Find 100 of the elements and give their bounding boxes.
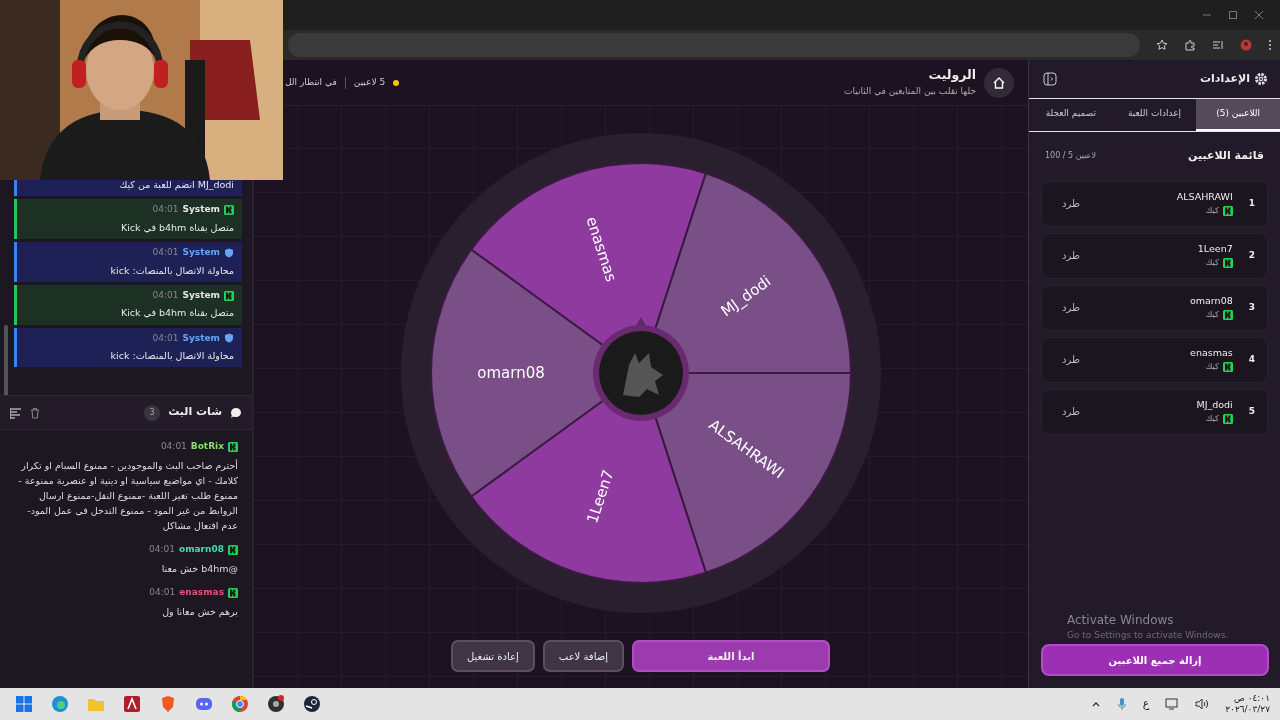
platform-icon (1222, 257, 1233, 268)
kick-button[interactable]: طرد (1062, 248, 1080, 263)
timestamp: 04:01 (149, 586, 176, 600)
tab[interactable]: اللاعبين (5) (1196, 99, 1280, 131)
username: omarn08 (179, 543, 224, 557)
trash-icon[interactable] (30, 406, 40, 419)
browser-icon[interactable] (50, 694, 70, 714)
game-status: في انتظار الل (285, 75, 337, 89)
microphone-icon[interactable] (1116, 697, 1127, 711)
platform-icon (224, 205, 234, 215)
log-message: MJ_dodi انضم للعبة من كيك (118, 178, 234, 192)
shield-icon (224, 247, 234, 258)
chat-icon (230, 406, 242, 419)
log-message: محاولة الاتصال بالمنصات: kick (109, 263, 234, 278)
home-button[interactable] (984, 67, 1014, 98)
platform-icon (1222, 413, 1233, 424)
platform-icon (228, 545, 238, 556)
player-name: ALSAHRAWI (1176, 190, 1233, 205)
maximize-icon[interactable] (1228, 10, 1238, 20)
clear-button[interactable]: إزالة جميع اللاعبين (1041, 644, 1269, 676)
platform-icon (228, 441, 238, 452)
timestamp: 04:01 (152, 331, 179, 345)
page-title: الروليت (927, 66, 976, 85)
align-icon[interactable] (10, 406, 22, 419)
count-badge: 3 (144, 404, 161, 421)
tab[interactable]: تصميم العجلة (1029, 99, 1113, 131)
start-button[interactable]: ابدأ اللعبة (631, 640, 830, 672)
player-number: 2 (1248, 248, 1255, 262)
platform-label: كيك (1205, 308, 1219, 321)
language-indicator[interactable]: ع (1142, 695, 1150, 713)
star-icon[interactable] (1156, 39, 1168, 51)
username: enasmas (179, 586, 224, 600)
author-name: System (182, 331, 220, 345)
network-icon[interactable] (1165, 698, 1180, 710)
volume-icon[interactable] (1195, 698, 1210, 710)
username: BotRix (190, 440, 224, 453)
logo-icon (592, 325, 689, 421)
author-name: System (182, 246, 220, 259)
page-subtitle: خلها تقلب بين المتابعين في الثانيات (844, 85, 976, 99)
author-name: System (182, 288, 220, 302)
timestamp: 04:01 (152, 246, 179, 259)
platform-icon (1222, 205, 1233, 216)
shield-icon (224, 333, 234, 344)
tab[interactable]: إعدادات اللعبة (1112, 99, 1197, 131)
author-name: System (182, 203, 220, 217)
log-message: محاولة الاتصال بالمنصات: kick (109, 349, 234, 363)
kick-button[interactable]: طرد (1062, 196, 1080, 211)
platform-label: كيك (1205, 256, 1219, 269)
chrome-like-icon[interactable] (230, 694, 250, 714)
timestamp: 04:01 (152, 288, 179, 302)
platform-icon (224, 290, 234, 301)
action-button[interactable]: إضافة لاعب (542, 640, 624, 672)
timestamp: 04:01 (149, 543, 175, 557)
app-icon[interactable] (122, 694, 142, 714)
player-count: 5 لاعبين (353, 75, 386, 89)
kick-button[interactable]: طرد (1062, 352, 1080, 367)
close-icon[interactable] (1254, 10, 1264, 20)
player-name: omarn08 (1190, 294, 1233, 309)
log-message: متصل بقناة b4hm في Kick (119, 220, 234, 235)
segment-label: omarn08 (476, 363, 545, 382)
platform-icon (1222, 361, 1233, 372)
panel-toggle-icon[interactable] (1043, 72, 1057, 86)
list-title: قائمة اللاعبين (1188, 148, 1264, 164)
player-count: 100 / 5 لاعبين (1045, 150, 1096, 163)
platform-label: كيك (1205, 204, 1219, 217)
clock-date[interactable]: ٢٠٢٦/٠٣/٢٧ (1225, 704, 1270, 715)
segment-label: 1Leen7 (582, 467, 617, 526)
avatar-icon[interactable] (1240, 39, 1252, 51)
kick-button[interactable]: طرد (1062, 404, 1080, 419)
chat-title: شات البث (168, 404, 222, 421)
chat-message: @b4hm خش معنا (160, 561, 238, 576)
action-button[interactable]: إعادة تشغيل (451, 640, 535, 672)
recorder-icon[interactable] (266, 694, 286, 714)
platform-icon (1222, 309, 1233, 320)
status-dot (393, 79, 400, 86)
player-number: 5 (1248, 404, 1255, 418)
notice-text: Go to Settings to activate Windows. (1067, 628, 1229, 642)
log-message: متصل بقناة b4hm في Kick (119, 306, 234, 321)
chat-message: برهم خش معانا ول (161, 604, 238, 619)
player-name: 1Leen7 (1197, 242, 1233, 257)
player-number: 3 (1248, 300, 1255, 314)
kick-button[interactable]: طرد (1062, 300, 1080, 315)
player-number: 4 (1248, 352, 1255, 366)
chat-message: أحترم صاحب البث والموجودين - ممنوع السبام او تكرار كلامك - اي مواضيع سياسية او دينية او عنصرية ممنوعة - ممنوع طلب تغير اللعبة -ممنوع النقل-ممنوع ارسال الروابط من غير المود - ممنوع التدخل في عمل المود-عدم افتعال مشاكل (17, 458, 238, 534)
home-icon (992, 75, 1006, 90)
player-name: enasmas (1190, 346, 1233, 361)
list-icon[interactable] (1212, 39, 1224, 51)
platform-label: كيك (1205, 360, 1219, 373)
platform-icon (228, 587, 238, 598)
platform-label: كيك (1205, 412, 1219, 425)
clock-time[interactable]: ٠٤:٠١ ص (1233, 693, 1270, 704)
notice-title: Activate Windows (1067, 611, 1175, 629)
start-icon[interactable] (14, 694, 34, 714)
menu-icon[interactable] (1268, 39, 1272, 51)
player-number: 1 (1248, 196, 1255, 210)
puzzle-icon[interactable] (1184, 39, 1196, 51)
timestamp: 04:01 (160, 440, 187, 453)
panel-title: الإعدادات (1199, 70, 1250, 87)
player-name: MJ_dodi (1196, 398, 1233, 413)
settings-icon[interactable] (1254, 72, 1268, 86)
